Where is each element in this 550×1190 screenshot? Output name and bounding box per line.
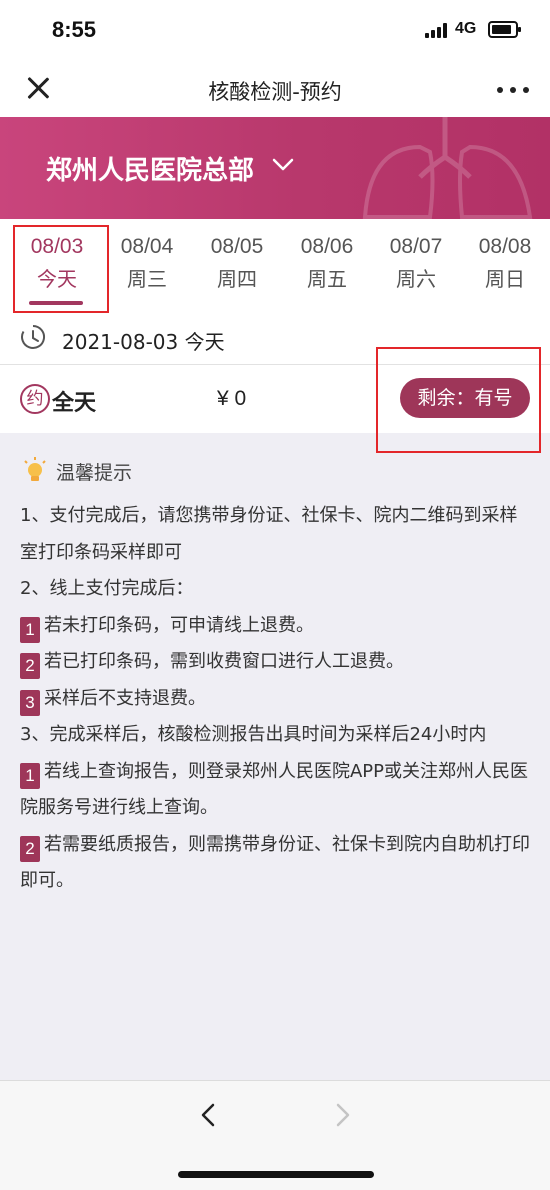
hospital-banner: 郑州人民医院总部 <box>0 117 550 219</box>
date-tab-0808[interactable]: 08/08 周日 <box>460 219 550 314</box>
tip-line: 1、支付完成后，请您携带身份证、社保卡、院内二维码到采样室打印条码采样即可 <box>20 505 518 563</box>
number-badge: 2 <box>20 653 40 679</box>
highlight-box-remaining <box>376 347 541 453</box>
date-tab-0806[interactable]: 08/06 周五 <box>282 219 372 314</box>
tip-subline: 2 若已打印条码，需到收费窗口进行人工退费。 <box>20 644 532 681</box>
tab-date: 08/06 <box>300 235 354 258</box>
tab-date: 08/05 <box>210 235 264 258</box>
tip-subline-text: 采样后不支持退费。 <box>44 687 206 709</box>
number-badge: 2 <box>20 835 40 862</box>
slot-name: 全天 <box>52 391 97 416</box>
tip-line: 3、完成采样后，核酸检测报告出具时间为采样后24小时内 <box>20 724 487 745</box>
number-badge: 1 <box>20 616 40 643</box>
tab-weekday: 周四 <box>217 267 257 291</box>
appointment-icon: 约 <box>20 384 50 414</box>
tip-subline: 1 若线上查询报告，则登录郑州人民医院APP或关注郑州人民医院服务号进行线上查询。 <box>20 754 532 827</box>
tab-weekday: 周三 <box>127 267 167 291</box>
tip-subline-text: 若线上查询报告，则登录郑州人民医院APP或关注郑州人民医院服务号进行线上查询。 <box>20 760 529 819</box>
tab-date: 08/04 <box>120 235 174 258</box>
highlight-box-today <box>13 225 109 313</box>
tip-subline-text: 若需要纸质报告，则需携带身份证、社保卡到院内自助机打印即可。 <box>20 833 530 892</box>
tab-weekday: 周六 <box>396 267 436 291</box>
tip-subline-text: 若已打印条码，需到收费窗口进行人工退费。 <box>44 651 404 672</box>
tip-subline: 1 若未打印条码，可申请线上退费。 <box>20 608 532 645</box>
status-time: 8:55 <box>52 17 97 42</box>
forward-arrow-icon <box>336 1103 350 1127</box>
network-label: 4G <box>455 20 477 37</box>
lightbulb-icon <box>24 457 46 481</box>
lungs-decoration-icon <box>362 117 533 219</box>
more-icon[interactable] <box>497 87 529 93</box>
number-badge: 1 <box>20 762 40 789</box>
date-tab-0805[interactable]: 08/05 周四 <box>192 219 282 314</box>
tab-weekday: 周日 <box>485 267 525 291</box>
back-arrow-icon[interactable] <box>195 1101 223 1129</box>
slot-price: ¥ 0 <box>217 387 247 410</box>
number-badge: 3 <box>20 689 40 716</box>
clock-icon <box>21 325 45 349</box>
battery-icon <box>488 21 521 38</box>
page-title: 核酸检测-预约 <box>208 80 342 104</box>
tips-body: 1、支付完成后，请您携带身份证、社保卡、院内二维码到采样室打印条码采样即可 2、… <box>20 498 532 900</box>
date-tab-0804[interactable]: 08/04 周三 <box>102 219 192 314</box>
signal-icon <box>425 22 449 38</box>
date-tab-0807[interactable]: 08/07 周六 <box>371 219 461 314</box>
tab-date: 08/07 <box>389 235 443 258</box>
tip-line: 2、线上支付完成后： <box>20 578 194 599</box>
tips-title: 温馨提示 <box>56 462 133 484</box>
tab-date: 08/08 <box>478 235 532 258</box>
nav-bar: 核酸检测-预约 <box>0 60 550 117</box>
status-bar: 8:55 4G <box>0 0 550 60</box>
chevron-down-icon[interactable] <box>271 152 295 176</box>
selected-date-text: 2021-08-03 今天 <box>62 330 225 354</box>
tab-weekday: 周五 <box>307 267 347 291</box>
tip-subline-text: 若未打印条码，可申请线上退费。 <box>44 614 314 636</box>
tip-subline: 3 采样后不支持退费。 <box>20 681 532 718</box>
hospital-name[interactable]: 郑州人民医院总部 <box>46 150 254 187</box>
tip-subline: 2 若需要纸质报告，则需携带身份证、社保卡到院内自助机打印即可。 <box>20 827 532 900</box>
home-indicator <box>178 1171 374 1178</box>
